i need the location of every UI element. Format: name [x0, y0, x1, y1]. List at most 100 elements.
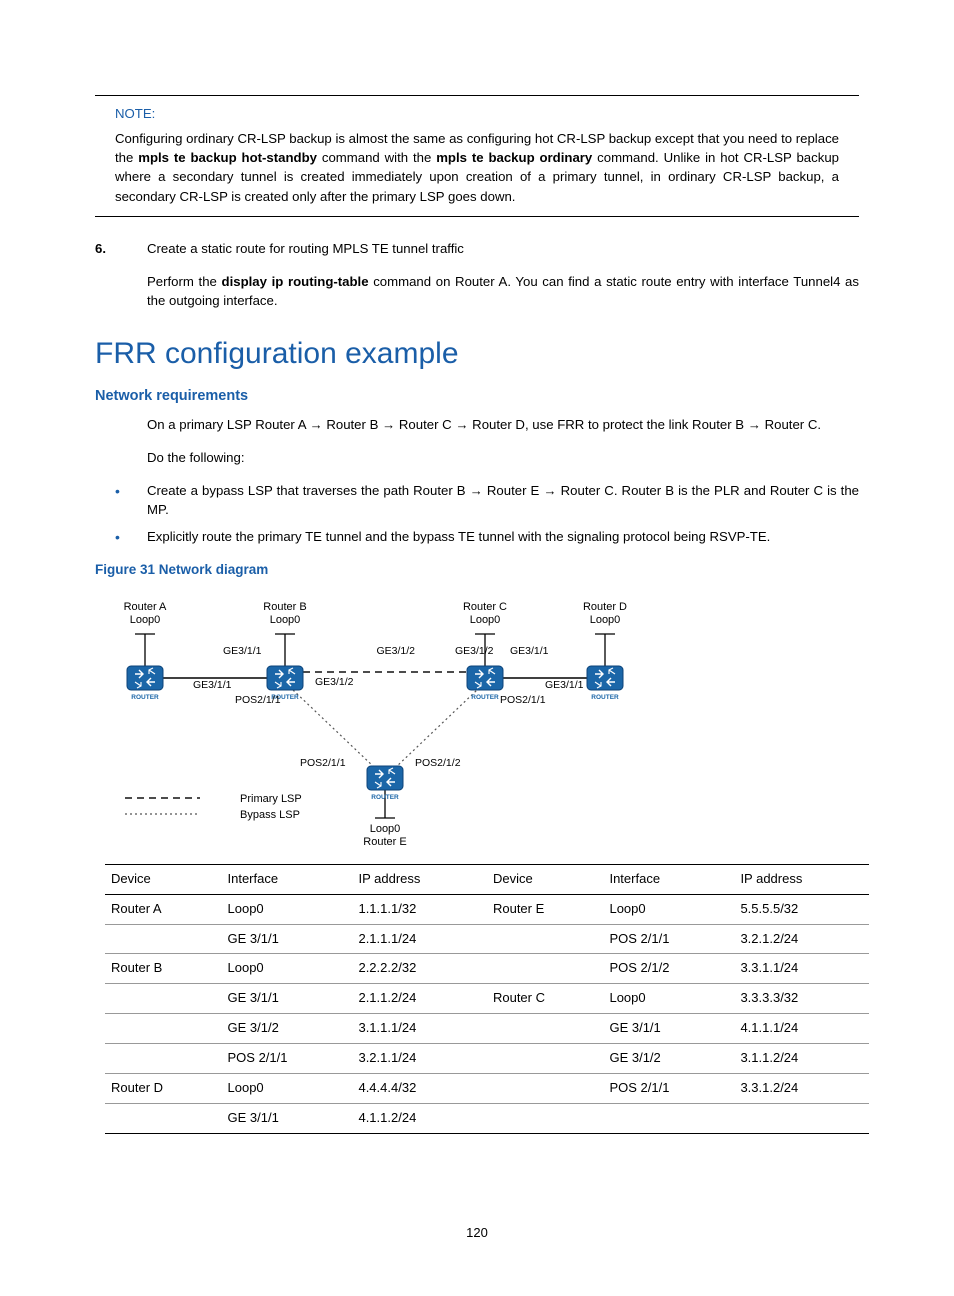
address-table: Device Interface IP address Device Inter…: [105, 864, 869, 1134]
router-a-label: Router A: [124, 601, 167, 613]
table-cell: Router B: [105, 954, 222, 984]
table-cell: POS 2/1/2: [603, 954, 734, 984]
table-cell: [487, 1043, 604, 1073]
router-c-icon: [467, 666, 503, 701]
table-cell: Router C: [487, 984, 604, 1014]
table-cell: GE 3/1/1: [222, 984, 353, 1014]
if-e-pos211: POS2/1/1: [300, 757, 346, 769]
table-cell: Loop0: [603, 984, 734, 1014]
table-cell: [105, 1014, 222, 1044]
section-title: FRR configuration example: [95, 332, 859, 376]
if-b-ge311: GE3/1/1: [223, 645, 262, 657]
document-page: NOTE: Configuring ordinary CR-LSP backup…: [0, 0, 954, 1282]
table-cell: [487, 924, 604, 954]
table-cell: POS 2/1/1: [603, 924, 734, 954]
router-c-loop: Loop0: [470, 614, 501, 626]
note-text-2: command with the: [317, 150, 436, 165]
perform-paragraph: Perform the display ip routing-table com…: [147, 272, 859, 310]
table-cell: 3.3.1.1/24: [734, 954, 869, 984]
table-row: POS 2/1/13.2.1.1/24GE 3/1/23.1.1.2/24: [105, 1043, 869, 1073]
table-cell: [105, 924, 222, 954]
router-a-loop: Loop0: [130, 614, 161, 626]
table-row: Router DLoop04.4.4.4/32POS 2/1/13.3.1.2/…: [105, 1073, 869, 1103]
table-row: Router ALoop01.1.1.1/32Router ELoop05.5.…: [105, 894, 869, 924]
if-c-ge312-top: GE3/1/2: [376, 645, 415, 657]
table-cell: 3.2.1.2/24: [734, 924, 869, 954]
if-c-ge312: GE3/1/2: [455, 645, 494, 657]
table-cell: GE 3/1/1: [603, 1014, 734, 1044]
requirements-paragraph: On a primary LSP Router A → Router B → R…: [147, 415, 859, 434]
table-row: GE 3/1/23.1.1.1/24 GE 3/1/14.1.1.1/24: [105, 1014, 869, 1044]
table-cell: [603, 1103, 734, 1133]
table-cell: 5.5.5.5/32: [734, 894, 869, 924]
table-cell: [734, 1103, 869, 1133]
router-d-label: Router D: [583, 601, 627, 613]
perform-bold: display ip routing-table: [222, 274, 369, 289]
if-b-pos211: POS2/1/1: [235, 694, 281, 706]
list-item: Explicitly route the primary TE tunnel a…: [95, 527, 859, 546]
router-e-icon: [367, 766, 403, 801]
router-b-loop: Loop0: [270, 614, 301, 626]
th-interface2: Interface: [603, 864, 734, 894]
th-interface: Interface: [222, 864, 353, 894]
if-c-ge311: GE3/1/1: [510, 645, 549, 657]
do-following-paragraph: Do the following:: [147, 448, 859, 467]
table-cell: 4.1.1.2/24: [352, 1103, 487, 1133]
table-row: GE 3/1/14.1.1.2/24: [105, 1103, 869, 1133]
subsection-heading: Network requirements: [95, 386, 859, 407]
step-6-row: 6. Create a static route for routing MPL…: [95, 239, 859, 258]
router-e-label: Router E: [363, 836, 406, 848]
table-cell: Loop0: [222, 894, 353, 924]
table-cell: Loop0: [222, 1073, 353, 1103]
list-item: Create a bypass LSP that traverses the p…: [95, 481, 859, 519]
note-body: Configuring ordinary CR-LSP backup is al…: [95, 129, 859, 206]
table-cell: 2.1.1.1/24: [352, 924, 487, 954]
table-cell: 3.1.1.1/24: [352, 1014, 487, 1044]
note-bold-2: mpls te backup ordinary: [436, 150, 592, 165]
table-cell: 1.1.1.1/32: [352, 894, 487, 924]
table-cell: [105, 1043, 222, 1073]
note-bold-1: mpls te backup hot-standby: [138, 150, 317, 165]
table-cell: [487, 1103, 604, 1133]
table-cell: [105, 1103, 222, 1133]
legend-primary: Primary LSP: [240, 793, 302, 805]
table-cell: 2.2.2.2/32: [352, 954, 487, 984]
if-d-ge311: GE3/1/1: [545, 679, 584, 691]
legend-bypass: Bypass LSP: [240, 809, 300, 821]
figure-caption: Figure 31 Network diagram: [95, 560, 859, 580]
table-cell: Router A: [105, 894, 222, 924]
table-cell: Router D: [105, 1073, 222, 1103]
step-number: 6.: [95, 239, 147, 258]
table-row: Router BLoop02.2.2.2/32POS 2/1/23.3.1.1/…: [105, 954, 869, 984]
table-cell: [487, 1073, 604, 1103]
th-device2: Device: [487, 864, 604, 894]
table-cell: Loop0: [603, 894, 734, 924]
router-d-loop: Loop0: [590, 614, 621, 626]
table-row: GE 3/1/12.1.1.2/24Router CLoop03.3.3.3/3…: [105, 984, 869, 1014]
table-cell: GE 3/1/1: [222, 1103, 353, 1133]
table-cell: 2.1.1.2/24: [352, 984, 487, 1014]
network-diagram: ROUTER: [105, 588, 859, 848]
table-cell: GE 3/1/2: [222, 1014, 353, 1044]
note-label: NOTE:: [115, 104, 859, 123]
table-cell: 3.3.1.2/24: [734, 1073, 869, 1103]
table-row: GE 3/1/12.1.1.1/24POS 2/1/13.2.1.2/24: [105, 924, 869, 954]
th-ip2: IP address: [734, 864, 869, 894]
if-c-pos211: POS2/1/1: [500, 694, 546, 706]
table-cell: 3.1.1.2/24: [734, 1043, 869, 1073]
table-cell: 4.1.1.1/24: [734, 1014, 869, 1044]
router-a-icon: [127, 666, 163, 701]
page-number: 120: [95, 1224, 859, 1243]
perform-text-1: Perform the: [147, 274, 222, 289]
if-e-pos212: POS2/1/2: [415, 757, 461, 769]
if-b-ge312: GE3/1/2: [315, 676, 354, 688]
table-cell: GE 3/1/2: [603, 1043, 734, 1073]
table-cell: [487, 1014, 604, 1044]
table-cell: POS 2/1/1: [603, 1073, 734, 1103]
table-cell: Router E: [487, 894, 604, 924]
router-b-label: Router B: [263, 601, 306, 613]
router-c-label: Router C: [463, 601, 507, 613]
table-header-row: Device Interface IP address Device Inter…: [105, 864, 869, 894]
note-box: NOTE: Configuring ordinary CR-LSP backup…: [95, 95, 859, 217]
router-e-loop: Loop0: [370, 823, 401, 835]
